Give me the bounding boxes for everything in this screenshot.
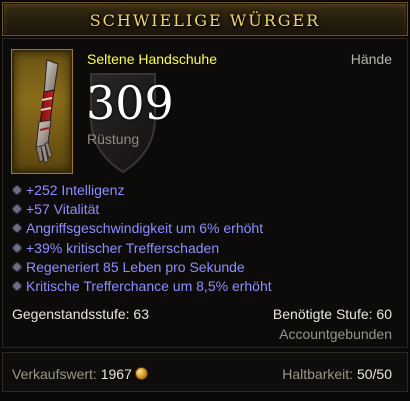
gold-coin-icon [134,367,148,380]
item-level: Gegenstandsstufe: 63 [12,306,149,322]
stat-line: Kritische Trefferchance um 8,5% erhöht [12,277,272,296]
durability-value: 50/50 [356,366,392,382]
stat-text: Kritische Trefferchance um 8,5% erhöht [26,277,272,294]
stat-bullet-icon [12,262,22,271]
tooltip-header: SCHWIELIGE WÜRGER [2,2,408,36]
sell-value-amount: 1967 [100,366,132,382]
stat-text: +39% kritischer Trefferschaden [26,239,220,256]
durability-label: Haltbarkeit: [282,366,354,382]
item-slot: Hände [350,51,392,67]
stat-line: +39% kritischer Trefferschaden [12,239,272,258]
stat-bullet-icon [12,281,22,291]
stat-bullet-icon [12,224,22,233]
stat-text: +252 Intelligenz [26,182,125,198]
required-level: Benötigte Stufe: 60 [272,306,392,322]
durability: Haltbarkeit: 50/50 [282,366,392,382]
armor-value: 309 [86,76,174,130]
item-name: SCHWIELIGE WÜRGER [89,11,321,30]
stat-text: Angriffsgeschwindigkeit um 6% erhöht [26,220,264,237]
stat-text: Regeneriert 85 Leben pro Sekunde [26,258,245,275]
stat-bullet-icon [12,185,22,195]
item-rarity-type: Seltene Handschuhe [87,51,217,67]
gauntlet-icon [35,59,59,164]
stat-bullet-icon [12,204,22,214]
stat-bullet-icon [12,243,22,252]
item-tooltip: SCHWIELIGE WÜRGER Seltene Handschuhe Hän… [0,0,410,401]
sell-value-label: Verkaufswert: [12,366,97,382]
armor-label: Rüstung [87,131,140,147]
stat-line: Regeneriert 85 Leben pro Sekunde [12,258,272,277]
item-icon-frame [12,50,72,173]
stat-line: +57 Vitalität [12,200,272,219]
stat-line: Angriffsgeschwindigkeit um 6% erhöht [12,219,272,238]
sell-value: Verkaufswert: 1967 [12,366,148,382]
stat-text: +57 Vitalität [26,201,100,218]
stat-line: +252 Intelligenz [12,181,272,200]
account-bound-label: Accountgebunden [279,326,392,342]
item-stats-list: +252 Intelligenz +57 Vitalität Angriffsg… [12,181,272,296]
